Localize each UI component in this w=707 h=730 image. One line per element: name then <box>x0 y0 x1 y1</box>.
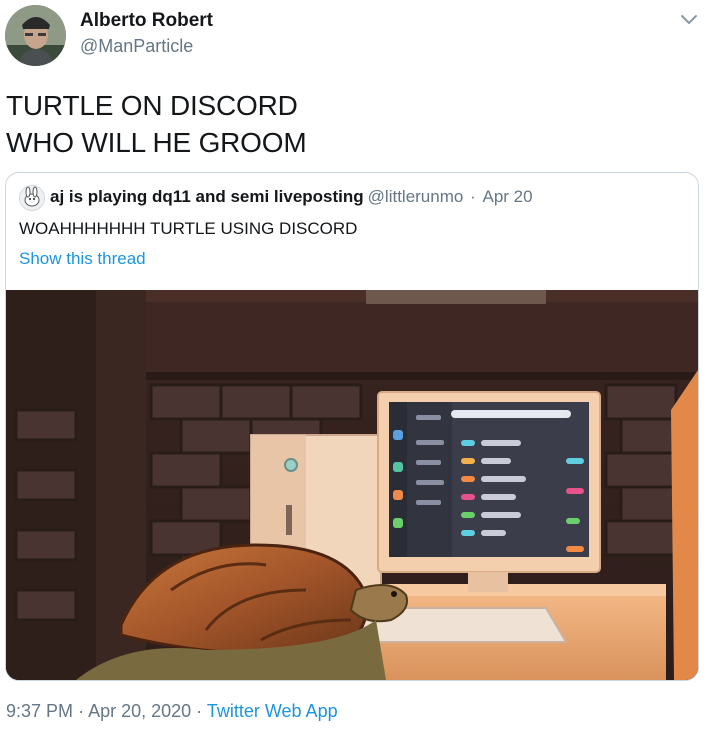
quoted-date[interactable]: Apr 20 <box>482 187 532 206</box>
tweet-source-link[interactable]: Twitter Web App <box>207 701 338 721</box>
chevron-down-icon[interactable] <box>680 12 698 26</box>
tweet-line-2: WHO WILL HE GROOM <box>6 127 307 158</box>
quoted-avatar <box>19 185 45 211</box>
tweet-time[interactable]: 9:37 PM <box>6 701 73 721</box>
tweet-text: TURTLE ON DISCORD WHO WILL HE GROOM <box>6 87 307 161</box>
tweet-line-1: TURTLE ON DISCORD <box>6 90 298 121</box>
turtle-discord-image <box>6 290 698 680</box>
quoted-name[interactable]: aj is playing dq11 and semi liveposting <box>50 187 364 206</box>
author-handle[interactable]: @ManParticle <box>80 36 193 57</box>
quoted-media-image[interactable] <box>6 290 698 680</box>
quoted-tweet[interactable]: aj is playing dq11 and semi liveposting @… <box>5 172 699 681</box>
quoted-handle[interactable]: @littlerunmo <box>368 187 464 206</box>
tweet-date[interactable]: Apr 20, 2020 <box>88 701 191 721</box>
show-thread-link[interactable]: Show this thread <box>19 249 146 269</box>
author-name[interactable]: Alberto Robert <box>80 10 213 32</box>
author-avatar[interactable] <box>5 5 66 66</box>
avatar-image <box>5 5 66 66</box>
footer-separator-2: · <box>196 701 203 721</box>
quoted-separator: · <box>470 187 476 206</box>
quoted-header: aj is playing dq11 and semi liveposting @… <box>50 187 533 207</box>
quoted-text: WOAHHHHHHH TURTLE USING DISCORD <box>19 219 358 238</box>
footer-separator-1: · <box>78 701 85 721</box>
tweet-footer: 9:37 PM · Apr 20, 2020 · Twitter Web App <box>6 701 338 722</box>
